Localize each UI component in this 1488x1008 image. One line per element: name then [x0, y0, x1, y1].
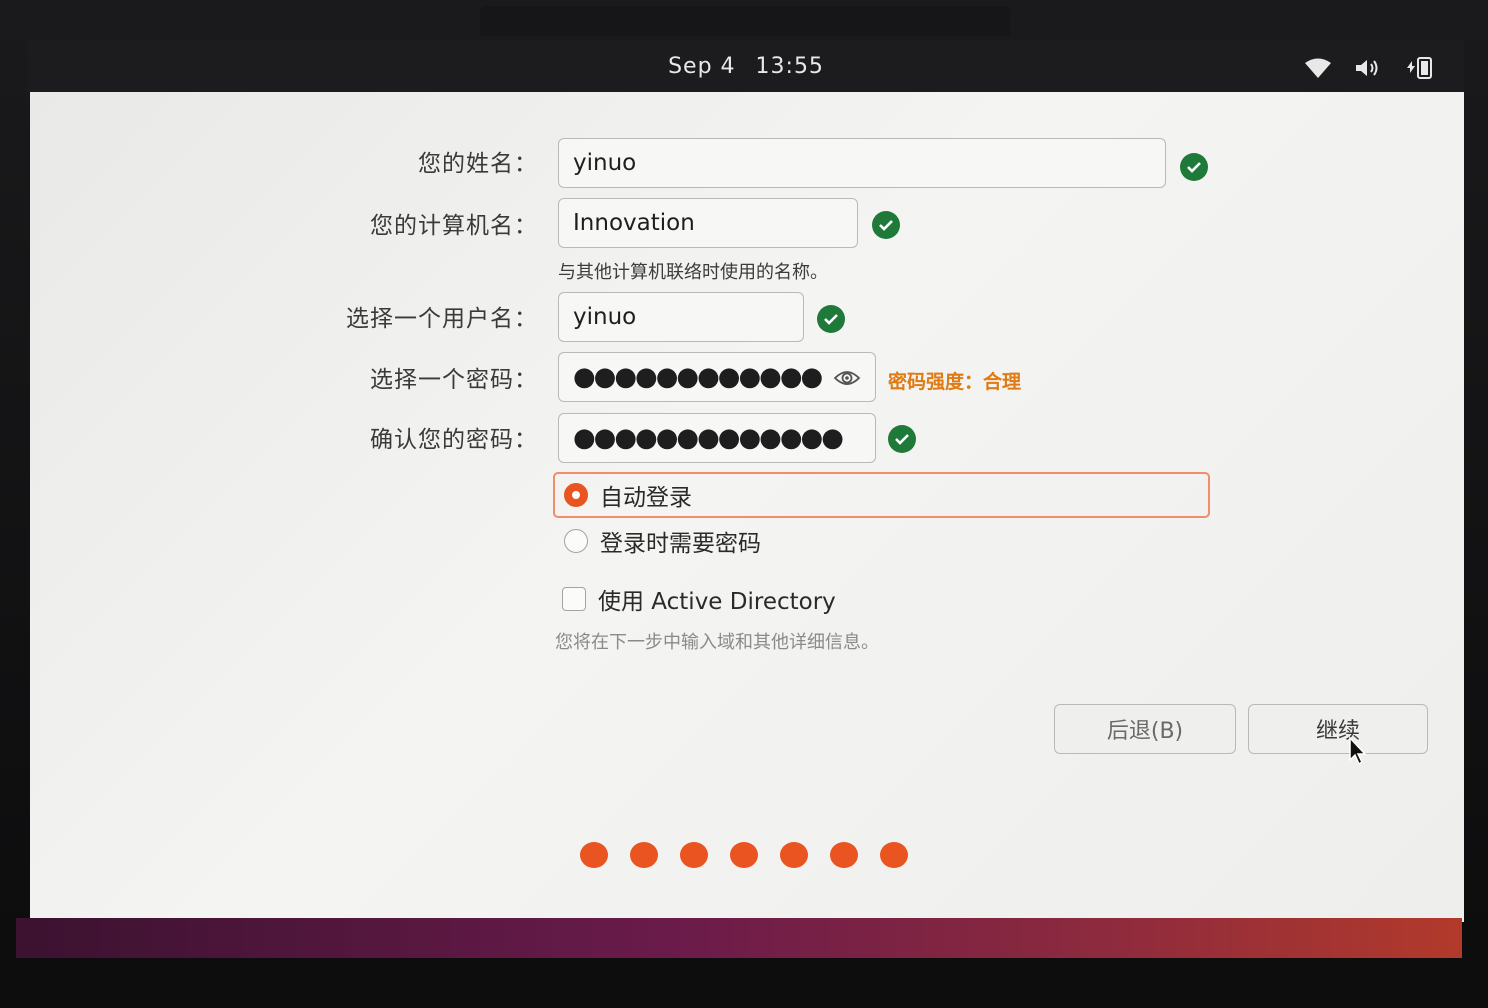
password-field[interactable]: ●●●●●●●●●●●● — [558, 352, 876, 402]
top-bar: Sep 4 13:55 — [28, 40, 1464, 92]
name-valid-check-icon — [1180, 153, 1208, 181]
monitor-bottom-bezel — [0, 958, 1488, 1008]
mouse-cursor-icon — [1348, 736, 1368, 770]
system-status-area[interactable] — [1304, 56, 1434, 80]
confirm-password-valid-check-icon — [888, 425, 916, 453]
back-button[interactable]: 后退(B) — [1054, 704, 1236, 754]
radio-selected-icon — [564, 483, 588, 507]
computer-name-label: 您的计算机名： — [370, 213, 538, 239]
username-field[interactable]: yinuo — [558, 292, 804, 342]
active-directory-hint: 您将在下一步中输入域和其他详细信息。 — [555, 632, 879, 653]
clock[interactable]: Sep 4 13:55 — [28, 54, 1464, 79]
time-text: 13:55 — [755, 54, 824, 79]
confirm-password-masked-text: ●●●●●●●●●●●●● — [573, 423, 844, 453]
date-text: Sep 4 — [668, 54, 736, 79]
progress-dot — [580, 842, 608, 868]
username-valid-check-icon — [817, 305, 845, 333]
password-label: 选择一个密码： — [370, 367, 538, 393]
require-password-radio[interactable]: 登录时需要密码 — [564, 524, 761, 558]
progress-dot — [830, 842, 858, 868]
show-password-eye-icon[interactable] — [830, 364, 864, 392]
confirm-password-field[interactable]: ●●●●●●●●●●●●● — [558, 413, 876, 463]
progress-dot — [880, 842, 908, 868]
volume-icon — [1354, 57, 1382, 79]
bezel-tab — [480, 6, 1010, 36]
active-directory-label: 使用 Active Directory — [598, 589, 836, 615]
active-directory-checkbox[interactable]: 使用 Active Directory — [562, 582, 836, 616]
checkbox-unchecked-icon — [562, 587, 586, 611]
require-password-label: 登录时需要密码 — [600, 531, 761, 557]
name-field[interactable]: yinuo — [558, 138, 1166, 188]
name-label: 您的姓名： — [418, 151, 538, 177]
battery-icon — [1404, 56, 1434, 80]
progress-dot — [780, 842, 808, 868]
confirm-password-label: 确认您的密码： — [370, 427, 538, 453]
password-strength-text: 密码强度：合理 — [888, 371, 1022, 393]
auto-login-radio[interactable]: 自动登录 — [564, 478, 692, 512]
radio-unselected-icon — [564, 529, 588, 553]
continue-button[interactable]: 继续 — [1248, 704, 1428, 754]
step-progress-dots — [580, 842, 908, 868]
progress-dot — [730, 842, 758, 868]
wifi-icon — [1304, 57, 1332, 79]
progress-dot — [680, 842, 708, 868]
desktop-wallpaper-strip — [16, 918, 1462, 958]
computer-name-valid-check-icon — [872, 211, 900, 239]
computer-name-hint: 与其他计算机联络时使用的名称。 — [558, 262, 828, 283]
username-label: 选择一个用户名： — [346, 306, 538, 332]
progress-dot — [630, 842, 658, 868]
auto-login-label: 自动登录 — [600, 485, 692, 511]
computer-name-field[interactable]: Innovation — [558, 198, 858, 248]
password-masked-text: ●●●●●●●●●●●● — [573, 362, 823, 392]
